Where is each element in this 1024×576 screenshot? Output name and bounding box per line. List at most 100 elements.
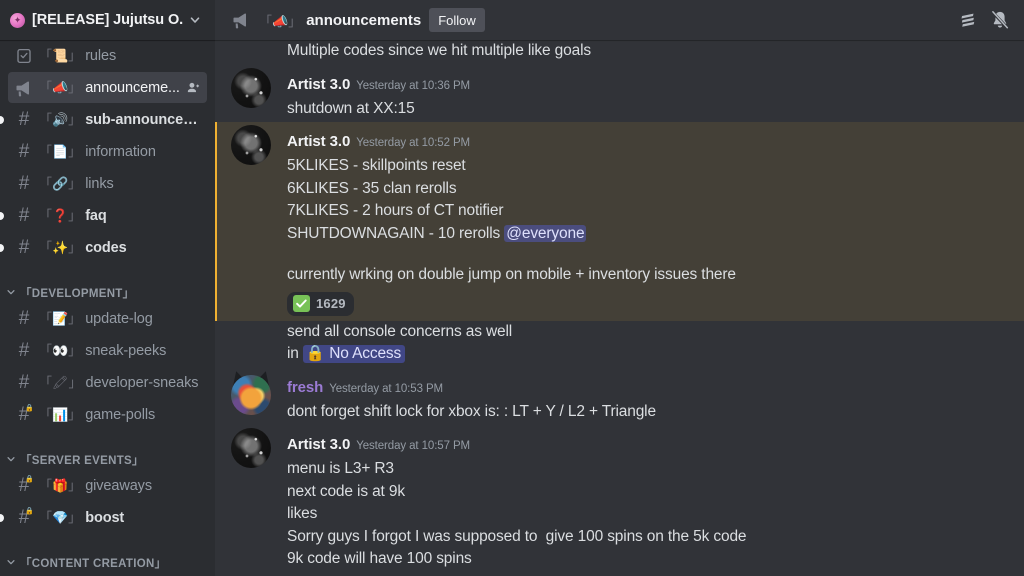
add-member-icon[interactable]	[186, 80, 201, 95]
hash-icon: #	[18, 308, 30, 329]
channel-label: rules	[85, 47, 117, 64]
message[interactable]: Artist 3.0 Yesterday at 10:52 PM 5KLIKES -…	[215, 122, 1024, 321]
everyone-mention-pill[interactable]: @everyone	[504, 224, 587, 242]
message-body: 5KLIKES - skillpoints reset 6KLIKES - 35 …	[287, 155, 976, 287]
message-list[interactable]: Multiple codes since we hit multiple lik…	[215, 40, 1024, 576]
message-timestamp: Yesterday at 10:36 PM	[356, 79, 471, 92]
channel-label: developer-sneaks	[85, 374, 199, 391]
sidebar-channel-giveaways[interactable]: # 🔒 「🎁」 giveaways	[8, 470, 207, 501]
hash-lock-icon: # 🔒	[18, 475, 34, 496]
sidebar-channel-rules[interactable]: 「📜」 rules	[8, 40, 207, 71]
channel-title: announcements	[306, 11, 422, 29]
channel-label: giveaways	[85, 477, 152, 494]
message-body: send all console concerns as well in 🔒 No…	[287, 321, 976, 366]
hash-icon: #	[18, 141, 30, 162]
white-check-mark-emoji	[293, 295, 310, 312]
channel-label: update-log	[85, 310, 153, 327]
reaction-count: 1629	[316, 296, 346, 311]
channel-list[interactable]: 「📜」 rules 「📣」 announceme... # 「🔊」 sub-announce…	[0, 40, 215, 576]
sidebar-channel-developer-sneaks[interactable]: # 「🖍」 developer-sneaks	[8, 367, 207, 398]
category-header[interactable]: 「SERVER EVENTS」	[0, 442, 215, 470]
rules-book-icon	[14, 46, 34, 66]
message-author[interactable]: Artist 3.0	[287, 131, 350, 153]
avatar[interactable]	[231, 125, 271, 165]
discord-app: ✦ [RELEASE] Jujutsu O... 「📜」 rules 「📣」 anno…	[0, 0, 1024, 576]
chevron-down-icon[interactable]	[187, 14, 203, 26]
message-author[interactable]: fresh	[287, 377, 323, 399]
follow-button[interactable]: Follow	[429, 8, 485, 32]
hash-icon: #	[18, 109, 30, 130]
avatar[interactable]	[229, 368, 273, 415]
channel-label: announceme...	[85, 79, 180, 96]
sidebar-channel-update-log[interactable]: # 「📝」 update-log	[8, 303, 207, 334]
category-header[interactable]: 「DEVELOPMENT」	[0, 275, 215, 303]
server-name: [RELEASE] Jujutsu O...	[32, 12, 183, 28]
channel-label: game-polls	[85, 406, 156, 423]
message[interactable]: fresh Yesterday at 10:53 PM dont forget sh…	[215, 368, 1024, 426]
bell-muted-icon[interactable]	[986, 6, 1014, 34]
sidebar-channel-information[interactable]: # 「📄」 information	[8, 136, 207, 167]
message[interactable]: Artist 3.0 Yesterday at 10:36 PM shutdown …	[215, 65, 1024, 123]
chevron-down-icon[interactable]	[6, 287, 18, 301]
category-header[interactable]: 「CONTENT CREATION」	[0, 545, 215, 573]
unread-indicator	[0, 115, 4, 124]
message-line: send all console concerns as well	[287, 322, 513, 340]
channel-emoji: 「💎」	[39, 510, 82, 525]
server-header[interactable]: ✦ [RELEASE] Jujutsu O...	[0, 0, 215, 40]
channel-emoji: 「❓」	[39, 208, 82, 223]
channel-label: faq	[85, 207, 107, 224]
message-header: Artist 3.0 Yesterday at 10:36 PM	[287, 74, 976, 97]
lock-emoji: 🔒	[305, 345, 326, 362]
message-body: shutdown at XX:15	[287, 98, 976, 121]
message-author[interactable]: Artist 3.0	[287, 74, 350, 96]
channel-emoji: 「📝」	[39, 311, 82, 326]
message[interactable]: Multiple codes since we hit multiple lik…	[215, 40, 1024, 65]
line-break	[287, 245, 976, 264]
message[interactable]: send all console concerns as well in 🔒 No…	[215, 321, 1024, 368]
reaction-button[interactable]: 1629	[287, 291, 354, 316]
avatar[interactable]	[231, 428, 271, 468]
avatar[interactable]	[231, 67, 271, 108]
lock-badge-icon: 🔒	[25, 507, 34, 515]
message-line: 7KLIKES - 2 hours of CT notifier	[287, 202, 504, 219]
sidebar-channel-announceme[interactable]: 「📣」 announceme...	[8, 72, 207, 103]
hash-icon: #	[18, 340, 30, 361]
channel-label: sub-announcem...	[85, 111, 201, 128]
channel-emoji: 「📣」	[39, 80, 82, 95]
message-body: Multiple codes since we hit multiple lik…	[287, 40, 976, 63]
channel-label: links	[85, 175, 114, 192]
chevron-down-icon[interactable]	[6, 557, 18, 571]
chevron-down-icon[interactable]	[6, 454, 18, 468]
lock-badge-icon: 🔒	[25, 404, 34, 412]
sidebar-channel-sub-announcem[interactable]: # 「🔊」 sub-announcem...	[0, 104, 207, 135]
threads-icon[interactable]	[954, 6, 982, 34]
channel-emoji: 「📊」	[39, 407, 82, 422]
message-line: SHUTDOWNAGAIN - 10 rerolls @everyone	[287, 224, 587, 242]
sidebar-channel-game-polls[interactable]: # 🔒 「📊」 game-polls	[8, 399, 207, 430]
unread-indicator	[0, 513, 4, 522]
channel-mention-pill[interactable]: 🔒 No Access	[302, 345, 406, 363]
message-body: menu is L3+ R3 next code is at 9k likes Sor…	[287, 458, 976, 571]
message-header: Artist 3.0 Yesterday at 10:57 PM	[287, 434, 976, 457]
hash-icon: #	[18, 205, 30, 226]
message-line: likes	[287, 505, 318, 522]
message-author[interactable]: Artist 3.0	[287, 434, 350, 456]
message-line: 6KLIKES - 35 clan rerolls	[287, 179, 457, 197]
sidebar-channel-faq[interactable]: # 「❓」 faq	[0, 200, 207, 231]
message-timestamp: Yesterday at 10:57 PM	[356, 440, 471, 452]
channel-emoji: 「🔗」	[39, 176, 82, 191]
channel-emoji: 「👀」	[39, 343, 82, 358]
message-header: fresh Yesterday at 10:53 PM	[287, 377, 976, 400]
sidebar-channel-links[interactable]: # 「🔗」 links	[8, 168, 207, 199]
message-line: dont forget shift lock for xbox is: : LT…	[287, 402, 656, 420]
channel-label: boost	[85, 509, 125, 526]
channel-sidebar: ✦ [RELEASE] Jujutsu O... 「📜」 rules 「📣」 anno…	[0, 0, 215, 576]
channel-emoji: 「🖍」	[39, 375, 82, 390]
sidebar-channel-codes[interactable]: # 「✨」 codes	[0, 232, 207, 263]
sidebar-channel-sneak-peeks[interactable]: # 「👀」 sneak-peeks	[8, 335, 207, 366]
message-header: Artist 3.0 Yesterday at 10:52 PM	[287, 131, 976, 154]
sidebar-channel-boost[interactable]: # 🔒 「💎」 boost	[0, 502, 207, 533]
channel-label: information	[85, 143, 156, 160]
message[interactable]: Artist 3.0 Yesterday at 10:57 PM menu is L…	[215, 425, 1024, 573]
announcement-megaphone-icon	[229, 10, 253, 30]
